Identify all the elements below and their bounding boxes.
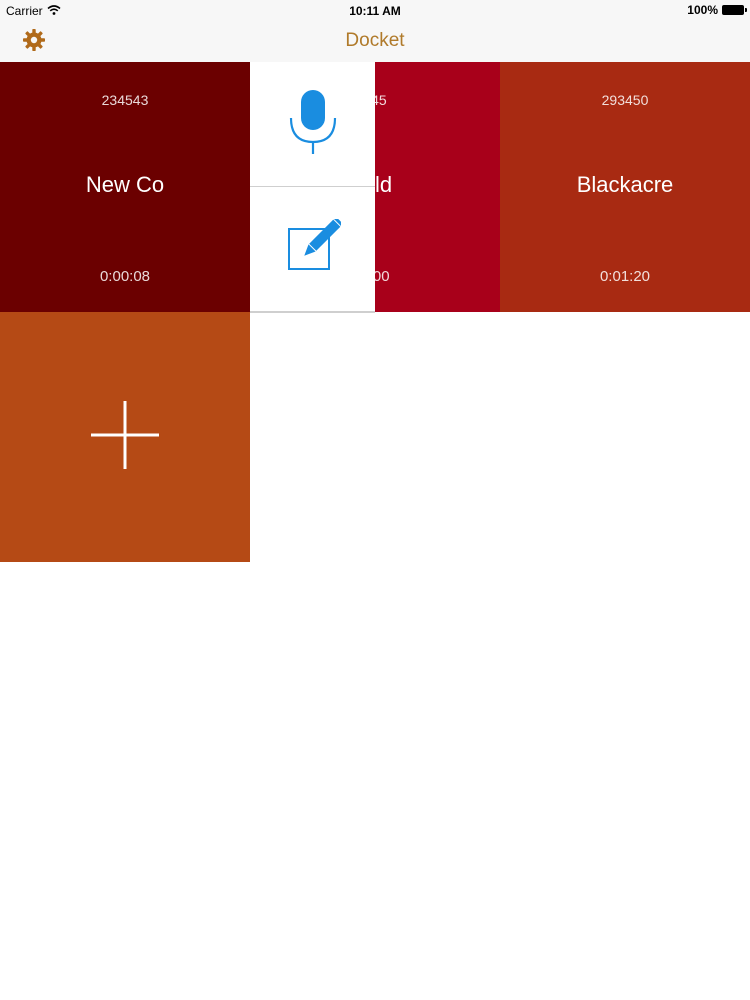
navigation-bar: Docket (0, 22, 750, 62)
page-title: Docket (345, 30, 405, 51)
matter-number: 234543 (101, 92, 149, 108)
matter-timer: 0:01:20 (599, 268, 651, 285)
matter-name: Blackacre (576, 172, 674, 197)
matter-number: 293450 (601, 92, 649, 108)
record-button[interactable] (250, 62, 375, 188)
status-bar: Carrier 10:11 AM 100% (0, 0, 750, 22)
status-time: 10:11 AM (349, 4, 401, 18)
matter-name: New Co (85, 172, 165, 197)
microphone-icon (286, 88, 340, 161)
plus-icon (89, 399, 161, 476)
matter-tile-blackacre[interactable]: 293450 Blackacre 0:01:20 (500, 62, 750, 312)
pencil-edit-icon (285, 216, 343, 280)
status-right: 100% (687, 3, 747, 17)
add-matter-button[interactable] (0, 312, 250, 562)
battery-percent: 100% (687, 3, 718, 17)
battery-icon (722, 5, 747, 15)
matter-tile-new-co[interactable]: 234543 New Co 0:00:08 (0, 62, 250, 312)
matter-timer: 0:00:08 (99, 268, 151, 285)
edit-button[interactable] (250, 187, 375, 313)
tile-action-panel (250, 62, 375, 313)
